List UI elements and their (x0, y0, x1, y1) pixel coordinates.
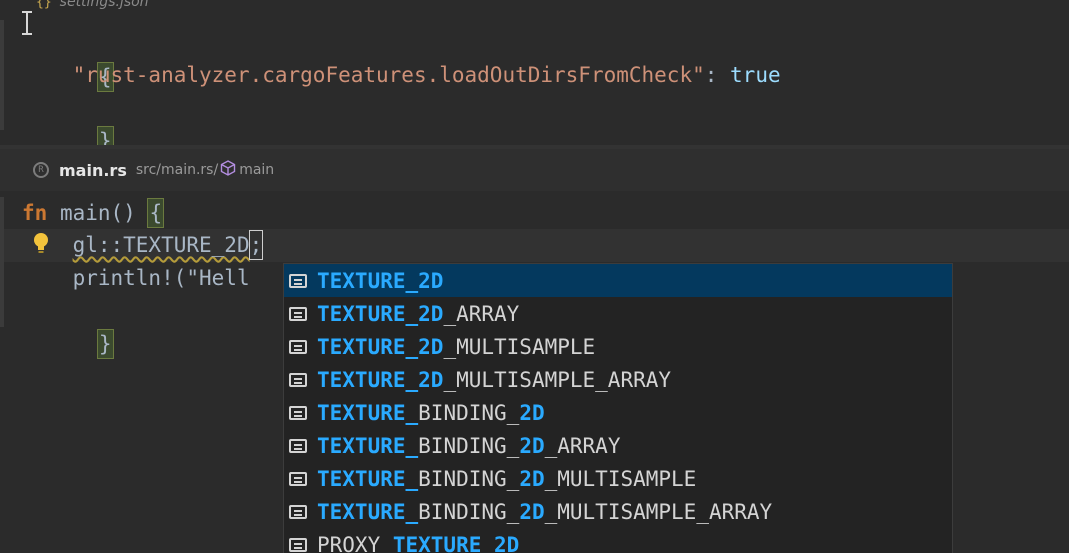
completion-popup[interactable]: TEXTURE_2D TEXTURE_2D _ARRAY TEXTURE_2D _MUL… (283, 263, 953, 553)
constant-icon (289, 504, 307, 519)
completion-item[interactable]: TEXTURE_ BINDING_ 2D _MULTISAMPLE (284, 462, 952, 495)
completion-item[interactable]: PROXY_ TEXTURE_2D (284, 528, 952, 553)
constant-icon (289, 273, 307, 288)
completion-text: _ARRAY (443, 301, 520, 326)
json-file-icon: {} (36, 0, 52, 10)
completion-text: PROXY_ (317, 532, 393, 553)
breadcrumb-symbol[interactable]: main (239, 162, 274, 178)
code-line-4[interactable]: } (22, 295, 114, 394)
completion-text: BINDING_ (418, 433, 520, 458)
completion-text: _MULTISAMPLE (544, 466, 697, 491)
code-line-1[interactable]: fn main() { (22, 197, 165, 230)
constant-icon (289, 438, 307, 453)
constant-icon (289, 405, 307, 420)
println-call: println!("Hell (72, 266, 250, 290)
file-header: R main.rs src/main.rs/ main (0, 149, 1069, 191)
completion-text: _MULTISAMPLE_ARRAY (544, 499, 773, 524)
completion-item[interactable]: TEXTURE_ BINDING_ 2D (284, 396, 952, 429)
settings-line-2[interactable]: "rust-analyzer.cargoFeatures.loadOutDirs… (22, 59, 781, 92)
main-change-gutter (0, 197, 4, 327)
completion-text: BINDING_ (418, 499, 520, 524)
completion-item[interactable]: TEXTURE_ BINDING_ 2D _ARRAY (284, 429, 952, 462)
fn-close-brace: } (96, 329, 114, 359)
match-highlight: 2D (519, 499, 545, 524)
completion-text: BINDING_ (418, 400, 520, 425)
settings-tab[interactable]: {} settings.json (36, 0, 149, 10)
completion-item[interactable]: TEXTURE_2D _MULTISAMPLE (284, 330, 952, 363)
path-expression: gl::TEXTURE_2D (72, 233, 250, 257)
match-highlight: TEXTURE_ (317, 466, 419, 491)
match-highlight: TEXTURE_2D (392, 532, 520, 553)
match-highlight: TEXTURE_ (317, 499, 419, 524)
match-highlight: 2D (519, 400, 545, 425)
setting-key: "rust-analyzer.cargoFeatures.loadOutDirs… (72, 63, 705, 87)
breadcrumb-path[interactable]: src/main.rs/ (136, 162, 218, 178)
match-highlight: TEXTURE_2D (317, 301, 444, 326)
keyword-fn: fn (22, 201, 48, 225)
setting-colon: : (704, 63, 731, 87)
fn-open-brace: { (147, 198, 165, 228)
constant-icon (289, 537, 307, 552)
match-highlight: TEXTURE_2D (317, 334, 444, 359)
match-highlight: 2D (519, 433, 545, 458)
code-line-2[interactable]: gl::TEXTURE_2D; (22, 229, 264, 262)
completion-text: _ARRAY (544, 433, 621, 458)
completion-text: _MULTISAMPLE_ARRAY (443, 367, 672, 392)
completion-text: _MULTISAMPLE (443, 334, 596, 359)
match-highlight: TEXTURE_2D (317, 367, 444, 392)
completion-text: BINDING_ (418, 466, 520, 491)
rust-file-icon: R (33, 162, 49, 178)
settings-editor[interactable]: {} settings.json { "rust-analyzer.cargoF… (0, 0, 1069, 156)
change-gutter (0, 20, 4, 130)
constant-icon (289, 339, 307, 354)
settings-tab-label: settings.json (59, 0, 149, 10)
completion-item[interactable]: TEXTURE_2D (284, 264, 952, 297)
match-highlight: 2D (519, 466, 545, 491)
match-highlight: TEXTURE_2D (317, 268, 444, 293)
file-name[interactable]: main.rs (59, 161, 127, 180)
caret-semicolon: ; (248, 230, 264, 260)
constant-icon (289, 372, 307, 387)
ide-window: {} settings.json { "rust-analyzer.cargoF… (0, 0, 1069, 553)
cube-icon (220, 160, 236, 180)
constant-icon (289, 306, 307, 321)
code-line-3[interactable]: println!("Hell (22, 262, 250, 295)
match-highlight: TEXTURE_ (317, 400, 419, 425)
setting-value: true (730, 63, 781, 87)
completion-item[interactable]: TEXTURE_ BINDING_ 2D _MULTISAMPLE_ARRAY (284, 495, 952, 528)
completion-item[interactable]: TEXTURE_2D _MULTISAMPLE_ARRAY (284, 363, 952, 396)
match-highlight: TEXTURE_ (317, 433, 419, 458)
text-cursor-icon (20, 10, 34, 41)
function-signature: main() (47, 201, 149, 225)
completion-item[interactable]: TEXTURE_2D _ARRAY (284, 297, 952, 330)
constant-icon (289, 471, 307, 486)
